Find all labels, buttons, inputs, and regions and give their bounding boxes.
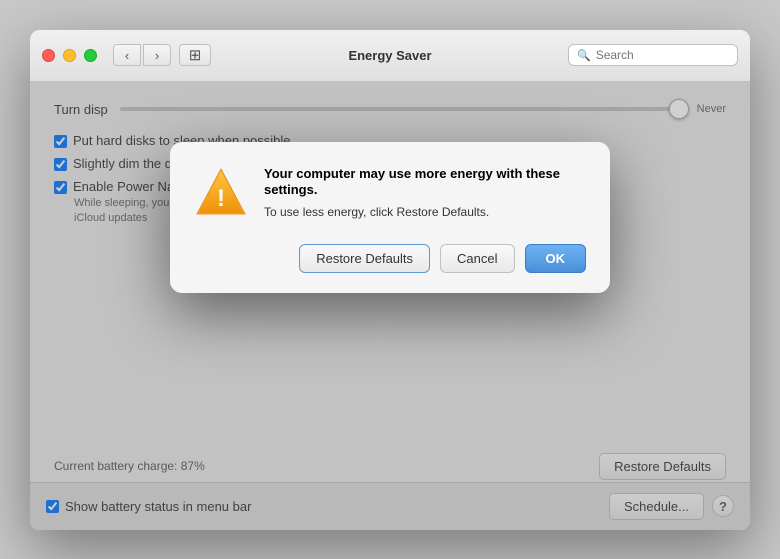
dialog-ok-button[interactable]: OK xyxy=(525,244,587,273)
dialog-subtitle: To use less energy, click Restore Defaul… xyxy=(264,205,586,219)
dialog-text-area: Your computer may use more energy with t… xyxy=(264,166,586,220)
dialog-top: ! Your computer may use more energy with… xyxy=(194,166,586,220)
search-bar[interactable]: 🔍 xyxy=(568,44,738,66)
chevron-right-icon: › xyxy=(155,48,159,63)
minimize-button[interactable] xyxy=(63,49,76,62)
window-title: Energy Saver xyxy=(348,48,431,63)
close-button[interactable] xyxy=(42,49,55,62)
search-icon: 🔍 xyxy=(577,49,591,62)
maximize-button[interactable] xyxy=(84,49,97,62)
svg-text:!: ! xyxy=(217,185,225,212)
alert-dialog: ! Your computer may use more energy with… xyxy=(170,142,610,293)
traffic-lights xyxy=(42,49,97,62)
grid-icon: ⊞ xyxy=(189,46,202,64)
dialog-buttons: Restore Defaults Cancel OK xyxy=(194,244,586,273)
main-content: Turn disp Never Put hard disks to sleep … xyxy=(30,82,750,530)
search-input[interactable] xyxy=(596,48,729,62)
forward-button[interactable]: › xyxy=(143,44,171,66)
dialog-cancel-button[interactable]: Cancel xyxy=(440,244,514,273)
dialog-overlay: ! Your computer may use more energy with… xyxy=(30,82,750,530)
grid-button[interactable]: ⊞ xyxy=(179,44,211,66)
main-window: ‹ › ⊞ Energy Saver 🔍 Turn disp Never xyxy=(30,30,750,530)
titlebar: ‹ › ⊞ Energy Saver 🔍 xyxy=(30,30,750,82)
dialog-title: Your computer may use more energy with t… xyxy=(264,166,586,200)
warning-icon: ! xyxy=(194,166,248,220)
back-button[interactable]: ‹ xyxy=(113,44,141,66)
dialog-restore-button[interactable]: Restore Defaults xyxy=(299,244,430,273)
nav-buttons: ‹ › xyxy=(113,44,171,66)
chevron-left-icon: ‹ xyxy=(125,48,129,63)
